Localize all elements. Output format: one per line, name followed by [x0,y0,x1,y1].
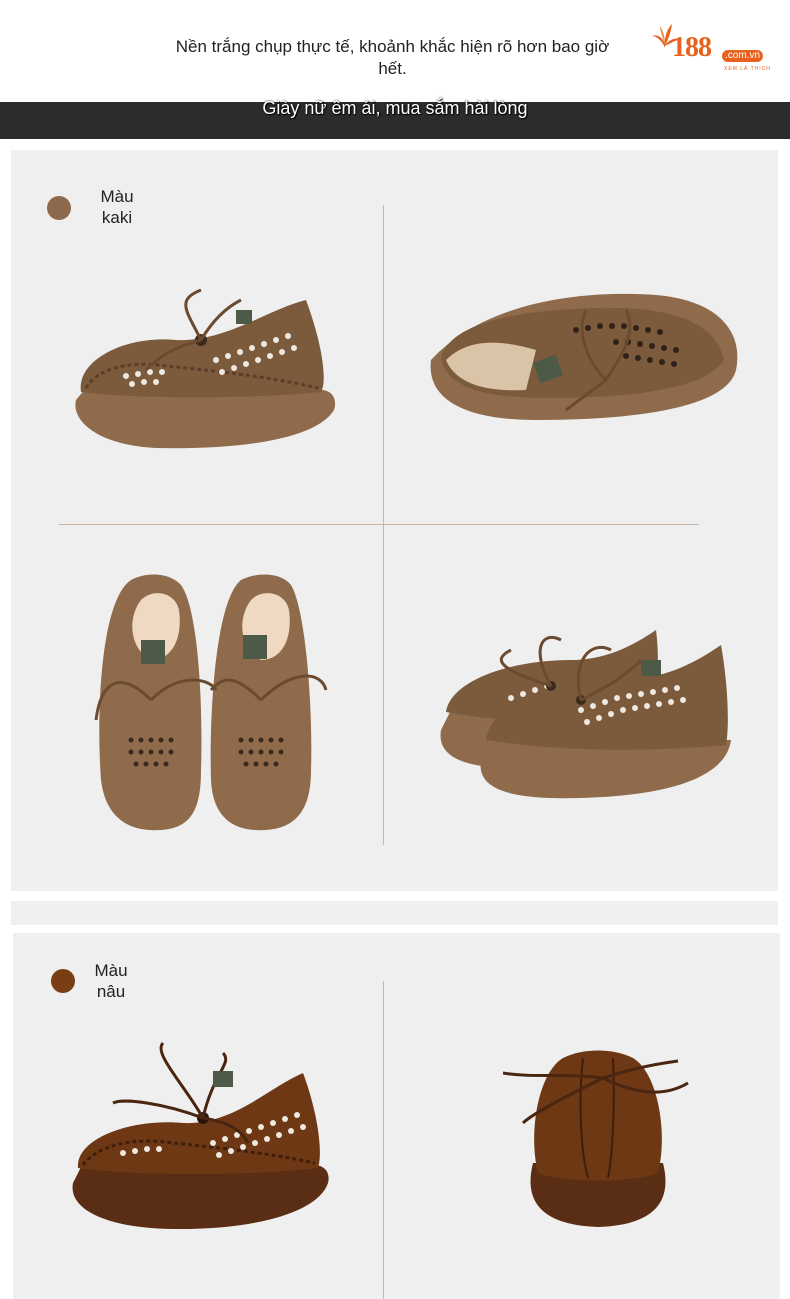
khaki-shoe-side-view [75,288,336,449]
khaki-color-swatch[interactable] [47,196,71,220]
brown-shoe-side-view [72,1041,329,1230]
grid-divider-vertical [383,205,384,845]
brown-shoe-back-view [503,1050,689,1227]
khaki-color-label: Màu kaki [100,187,134,227]
grid-divider-horizontal [59,524,699,525]
logo-tagline: XEM LÀ THÍCH [724,66,771,72]
logo-domain: .com.vn [722,50,764,62]
brown-color-swatch[interactable] [51,969,75,993]
section-separator [11,901,778,925]
header-caption: Nền trắng chụp thực tế, khoảnh khắc hiện… [175,37,610,78]
khaki-shoe-pair-top-view [94,574,328,831]
brand-logo[interactable]: 188 .com.vn XEM LÀ THÍCH [652,22,778,72]
promo-banner-text: Giày nữ êm ái, mua sắm hài lòng [262,98,528,118]
grid-divider-vertical [383,981,384,1299]
brown-gallery-panel: Màu nâu [13,933,780,1299]
brown-color-label: Màu nâu [94,961,128,1001]
khaki-shoe-pair-angled-view [440,630,731,799]
product-detail-page: Nền trắng chụp thực tế, khoảnh khắc hiện… [0,0,790,1299]
logo-number: 188 [672,32,712,63]
khaki-shoe-angled-view [430,293,738,420]
khaki-gallery-panel: Màu kaki [11,150,778,891]
